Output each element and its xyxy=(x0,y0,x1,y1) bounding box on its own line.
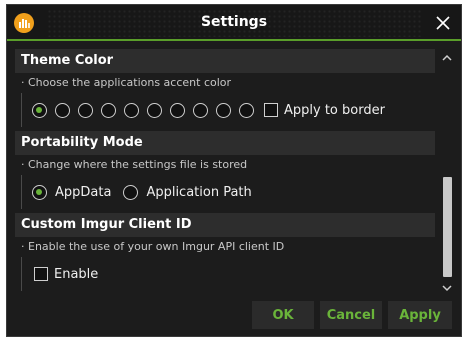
accent-color-option[interactable] xyxy=(101,102,116,118)
application-path-radio[interactable] xyxy=(123,184,139,200)
section-title-imgur: Custom Imgur Client ID xyxy=(15,213,435,237)
theme-color-row: Apply to border xyxy=(21,93,435,127)
accent-color-option[interactable] xyxy=(32,102,47,118)
enable-imgur-checkbox[interactable] xyxy=(34,267,48,281)
scroll-down-button[interactable] xyxy=(440,281,454,295)
settings-window: Settings Theme Color · Choose the applic… xyxy=(6,4,462,337)
ok-button[interactable]: OK xyxy=(252,301,314,329)
appdata-label[interactable]: AppData xyxy=(55,185,111,200)
accent-color-option[interactable] xyxy=(239,102,254,118)
cancel-button[interactable]: Cancel xyxy=(320,301,382,329)
section-desc-portability: · Change where the settings file is stor… xyxy=(21,158,248,171)
accent-color-option[interactable] xyxy=(147,102,162,118)
enable-imgur-label[interactable]: Enable xyxy=(54,267,98,282)
scroll-up-button[interactable] xyxy=(440,51,454,65)
apply-to-border-checkbox[interactable] xyxy=(264,103,278,117)
imgur-row: Enable xyxy=(21,257,435,291)
scroll-thumb[interactable] xyxy=(443,177,452,277)
application-path-label[interactable]: Application Path xyxy=(146,185,251,200)
settings-content: Theme Color · Choose the applications ac… xyxy=(15,49,435,297)
section-desc-theme: · Choose the applications accent color xyxy=(21,76,232,89)
chevron-up-icon xyxy=(442,54,452,61)
imgur-section: Custom Imgur Client ID · Enable the use … xyxy=(15,213,435,291)
close-icon xyxy=(436,16,450,30)
portability-section: Portability Mode · Change where the sett… xyxy=(15,131,435,209)
title-bar: Settings xyxy=(7,5,461,41)
section-desc-imgur: · Enable the use of your own Imgur API c… xyxy=(21,240,285,253)
accent-color-option[interactable] xyxy=(170,102,185,118)
apply-button[interactable]: Apply xyxy=(388,301,452,329)
accent-color-option[interactable] xyxy=(124,102,139,118)
appdata-radio[interactable] xyxy=(32,184,47,200)
accent-color-option[interactable] xyxy=(78,102,93,118)
accent-color-option[interactable] xyxy=(55,102,70,118)
portability-row: AppData Application Path xyxy=(21,175,435,209)
accent-color-option[interactable] xyxy=(216,102,231,118)
window-title: Settings xyxy=(200,14,268,30)
close-button[interactable] xyxy=(431,11,455,35)
vertical-scrollbar[interactable] xyxy=(440,49,454,297)
dialog-footer: OK Cancel Apply xyxy=(7,299,461,337)
apply-to-border-label[interactable]: Apply to border xyxy=(284,103,385,118)
section-title-theme: Theme Color xyxy=(15,49,435,73)
chevron-down-icon xyxy=(442,285,452,292)
theme-color-section: Theme Color · Choose the applications ac… xyxy=(15,49,435,127)
section-title-portability: Portability Mode xyxy=(15,131,435,155)
accent-color-option[interactable] xyxy=(193,102,208,118)
